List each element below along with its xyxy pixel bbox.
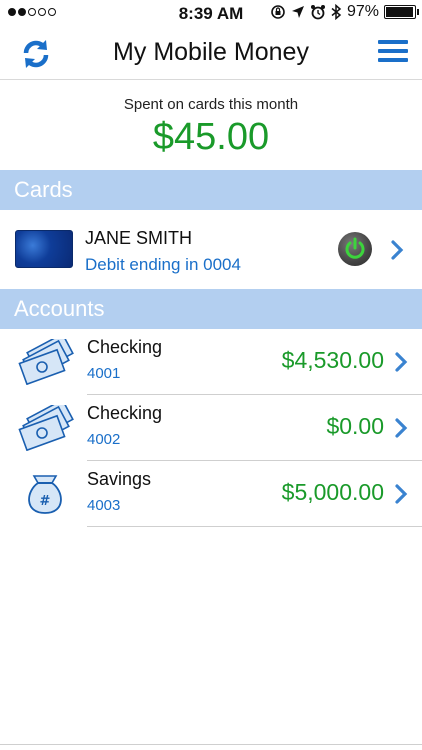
alarm-icon (310, 5, 325, 20)
money-bag-icon: # (28, 475, 62, 514)
spending-summary-amount: $45.00 (152, 116, 270, 158)
account-name: Checking (87, 337, 163, 357)
battery-icon (384, 5, 419, 19)
cash-stack-icon (18, 405, 74, 451)
battery-percent: 97% (346, 3, 379, 20)
status-indicators: 97% (270, 3, 419, 21)
account-name: Savings (87, 469, 152, 489)
status-bar: 8:39 AM 97% (0, 0, 422, 26)
bluetooth-icon (331, 4, 342, 20)
card-holder-name: JANE SMITH (85, 228, 193, 248)
card-thumbnail (15, 230, 73, 268)
navigation-bar: My Mobile Money (0, 26, 422, 80)
account-row[interactable]: Checking 4002 $0.00 (0, 395, 422, 461)
chevron-right-icon[interactable] (394, 417, 408, 439)
svg-text:#: # (40, 494, 51, 509)
chevron-right-icon[interactable] (394, 351, 408, 373)
account-row[interactable]: # Savings 4003 $5,000.00 (0, 461, 422, 527)
account-number: 4003 (87, 497, 121, 514)
power-toggle-icon[interactable] (338, 232, 372, 266)
accounts-section-header: Accounts (0, 289, 422, 329)
page-title: My Mobile Money (113, 38, 309, 66)
cards-section-header: Cards (0, 170, 422, 210)
hamburger-menu-icon[interactable] (378, 40, 408, 64)
rotation-lock-icon (271, 5, 285, 19)
card-row[interactable]: JANE SMITH Debit ending in 0004 (0, 210, 422, 290)
account-name: Checking (87, 403, 163, 423)
cash-stack-icon (18, 339, 74, 385)
account-number: 4001 (87, 365, 121, 382)
row-divider (87, 526, 422, 527)
account-number: 4002 (87, 431, 121, 448)
account-balance: $0.00 (326, 413, 384, 439)
card-description: Debit ending in 0004 (85, 255, 241, 274)
bottom-divider (0, 744, 422, 745)
spending-summary-label: Spent on cards this month (123, 96, 299, 113)
chevron-right-icon[interactable] (390, 239, 404, 261)
account-balance: $4,530.00 (281, 347, 384, 373)
account-row[interactable]: Checking 4001 $4,530.00 (0, 329, 422, 395)
account-balance: $5,000.00 (281, 479, 384, 505)
chevron-right-icon[interactable] (394, 483, 408, 505)
location-arrow-icon (291, 6, 304, 18)
